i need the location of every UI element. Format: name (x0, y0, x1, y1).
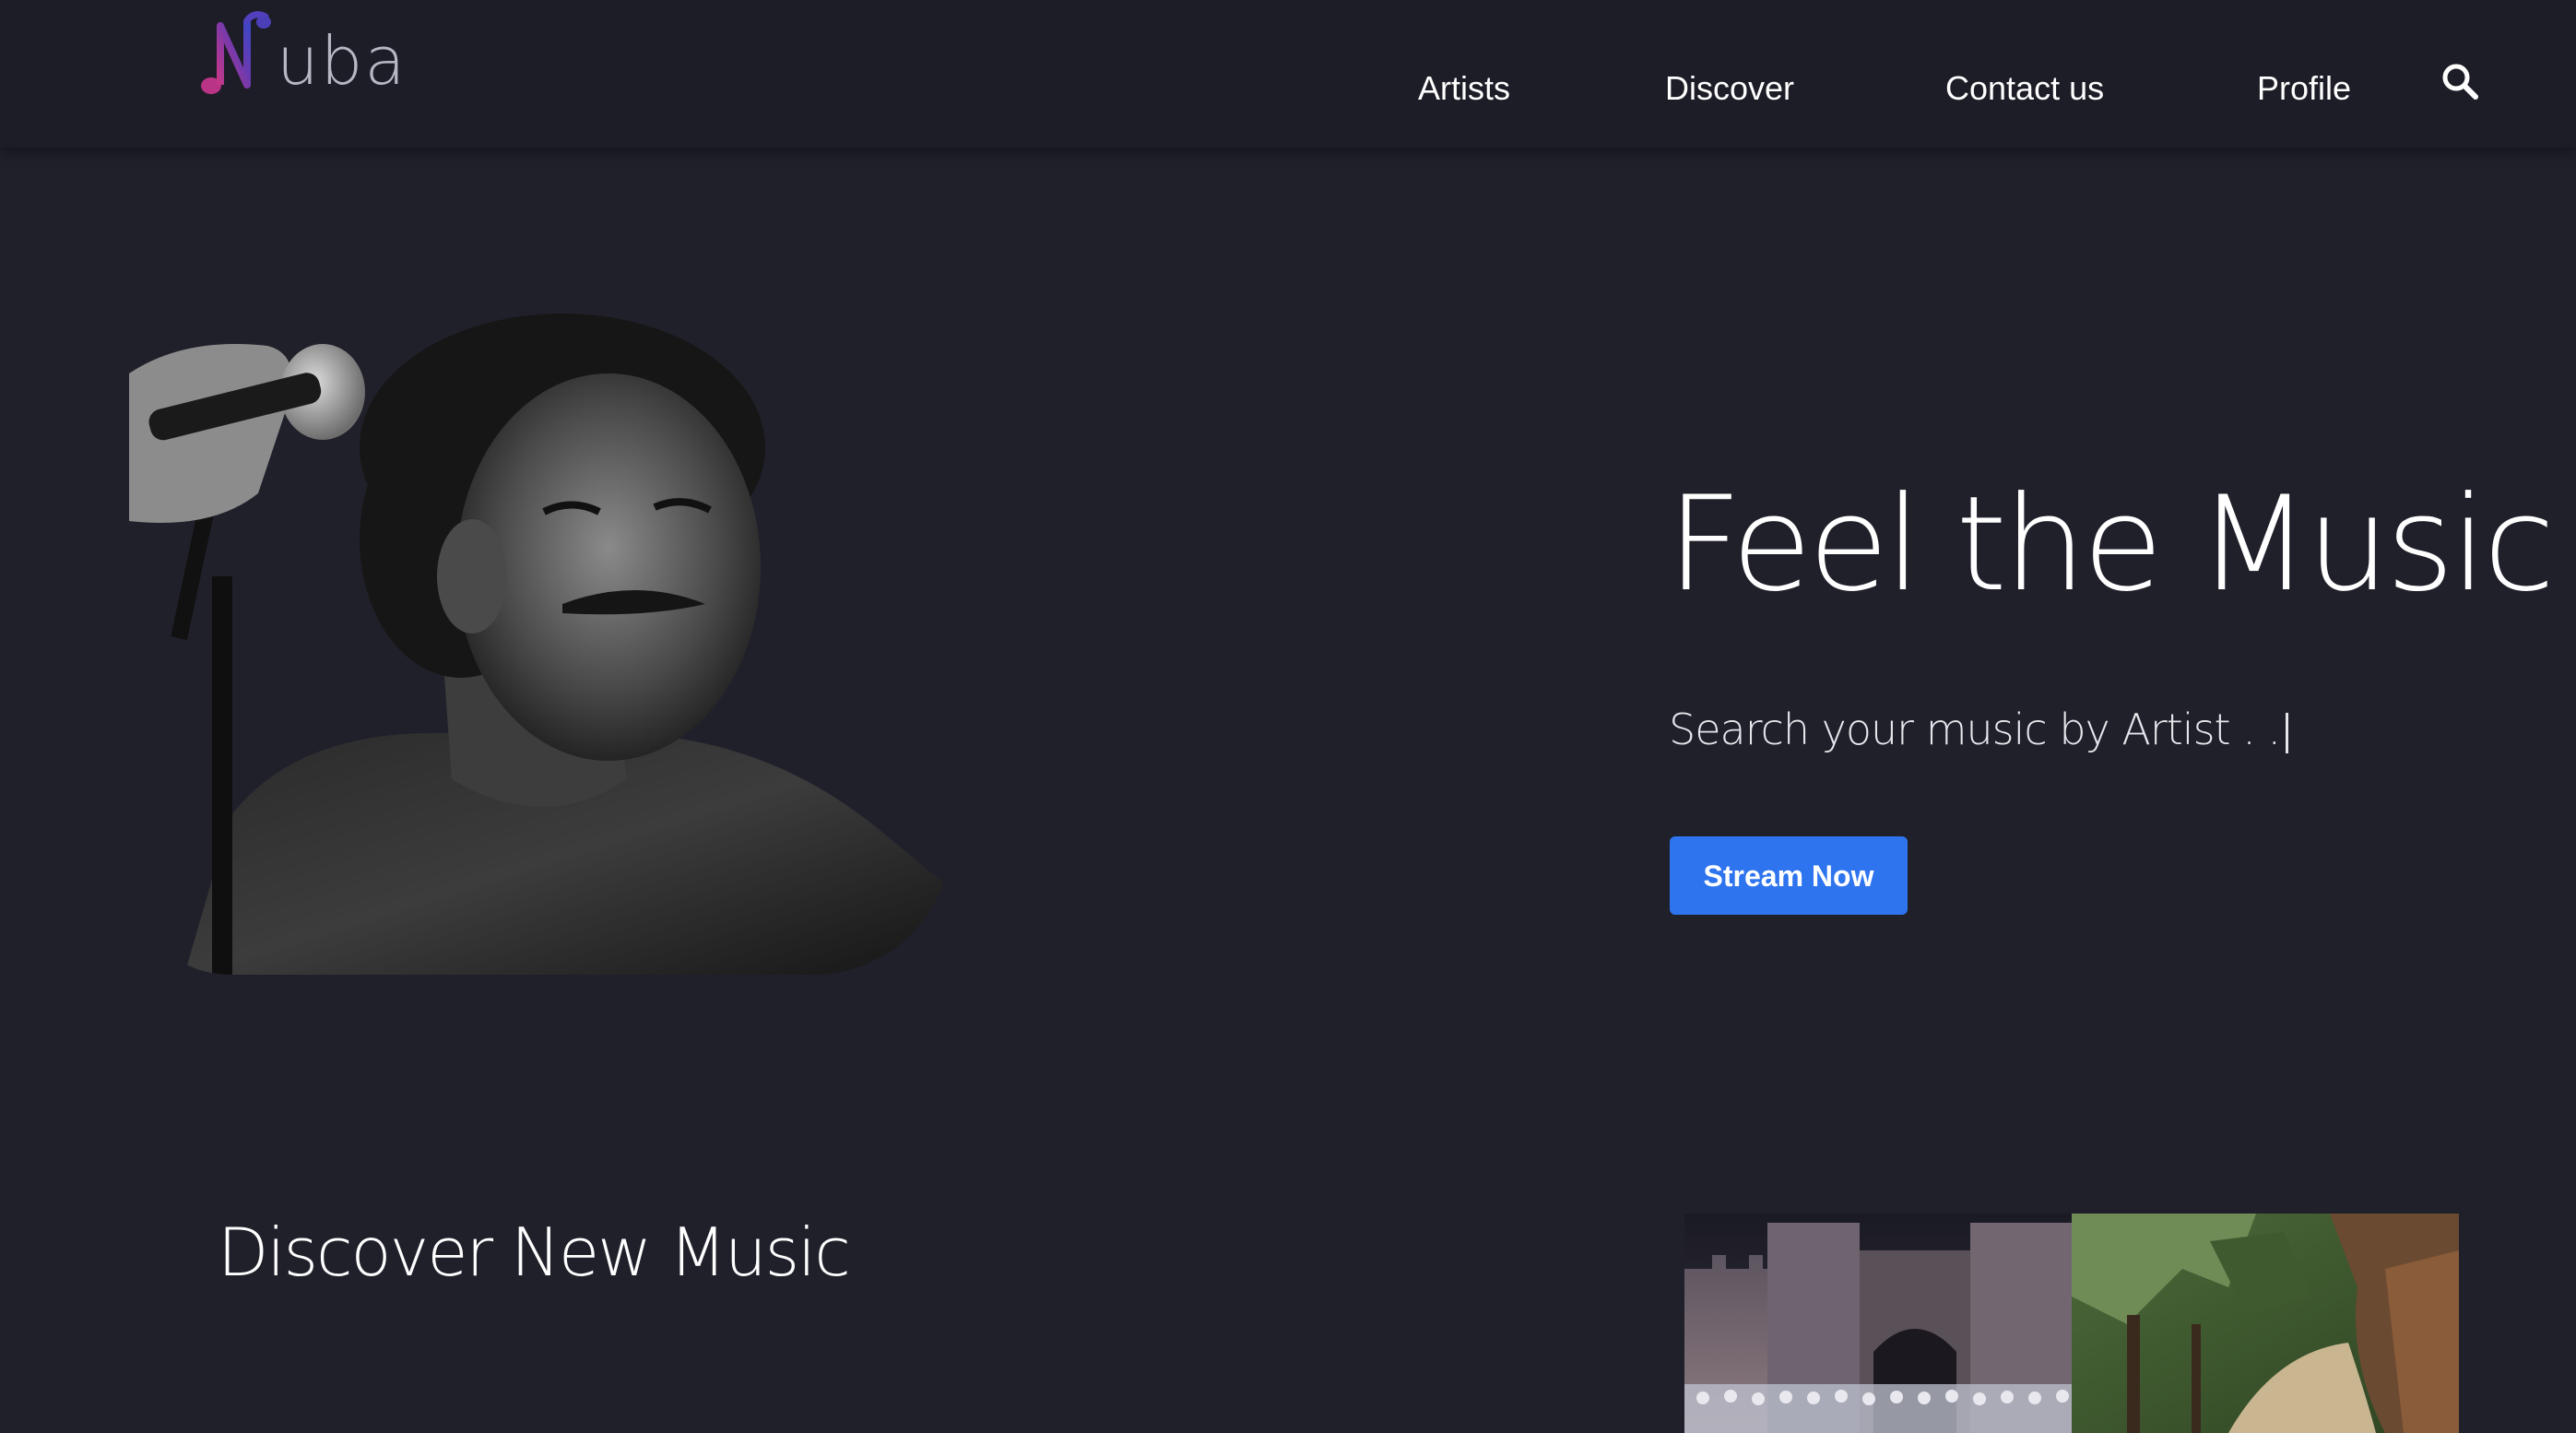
logo-text: uba (277, 22, 408, 100)
nav-artists[interactable]: Artists (1418, 61, 1510, 116)
page: uba Artists Discover Contact us Profile (0, 0, 2576, 1433)
hero-search-typing: Search your music by Artist . . (1669, 705, 2289, 754)
top-navbar: uba Artists Discover Contact us Profile (0, 0, 2576, 148)
hero-search-text: Search your music by Artist . . (1669, 705, 2281, 754)
discover-tile-forest[interactable] (2072, 1214, 2459, 1433)
logo[interactable]: uba (199, 7, 407, 100)
search-icon (2440, 64, 2482, 107)
music-note-logo-icon (199, 7, 273, 100)
text-cursor (2286, 712, 2289, 753)
nav-profile[interactable]: Profile (2257, 61, 2351, 116)
search-button[interactable] (2440, 61, 2482, 103)
artist-photo (129, 300, 951, 975)
discover-section-title: Discover New Music (218, 1214, 851, 1291)
stream-now-button[interactable]: Stream Now (1670, 836, 1908, 915)
nav-discover[interactable]: Discover (1665, 61, 1794, 116)
discover-tile-castle[interactable] (1684, 1214, 2072, 1433)
nav-contact-us[interactable]: Contact us (1945, 61, 2104, 116)
hero-title: Feel the Music (1667, 468, 2555, 621)
